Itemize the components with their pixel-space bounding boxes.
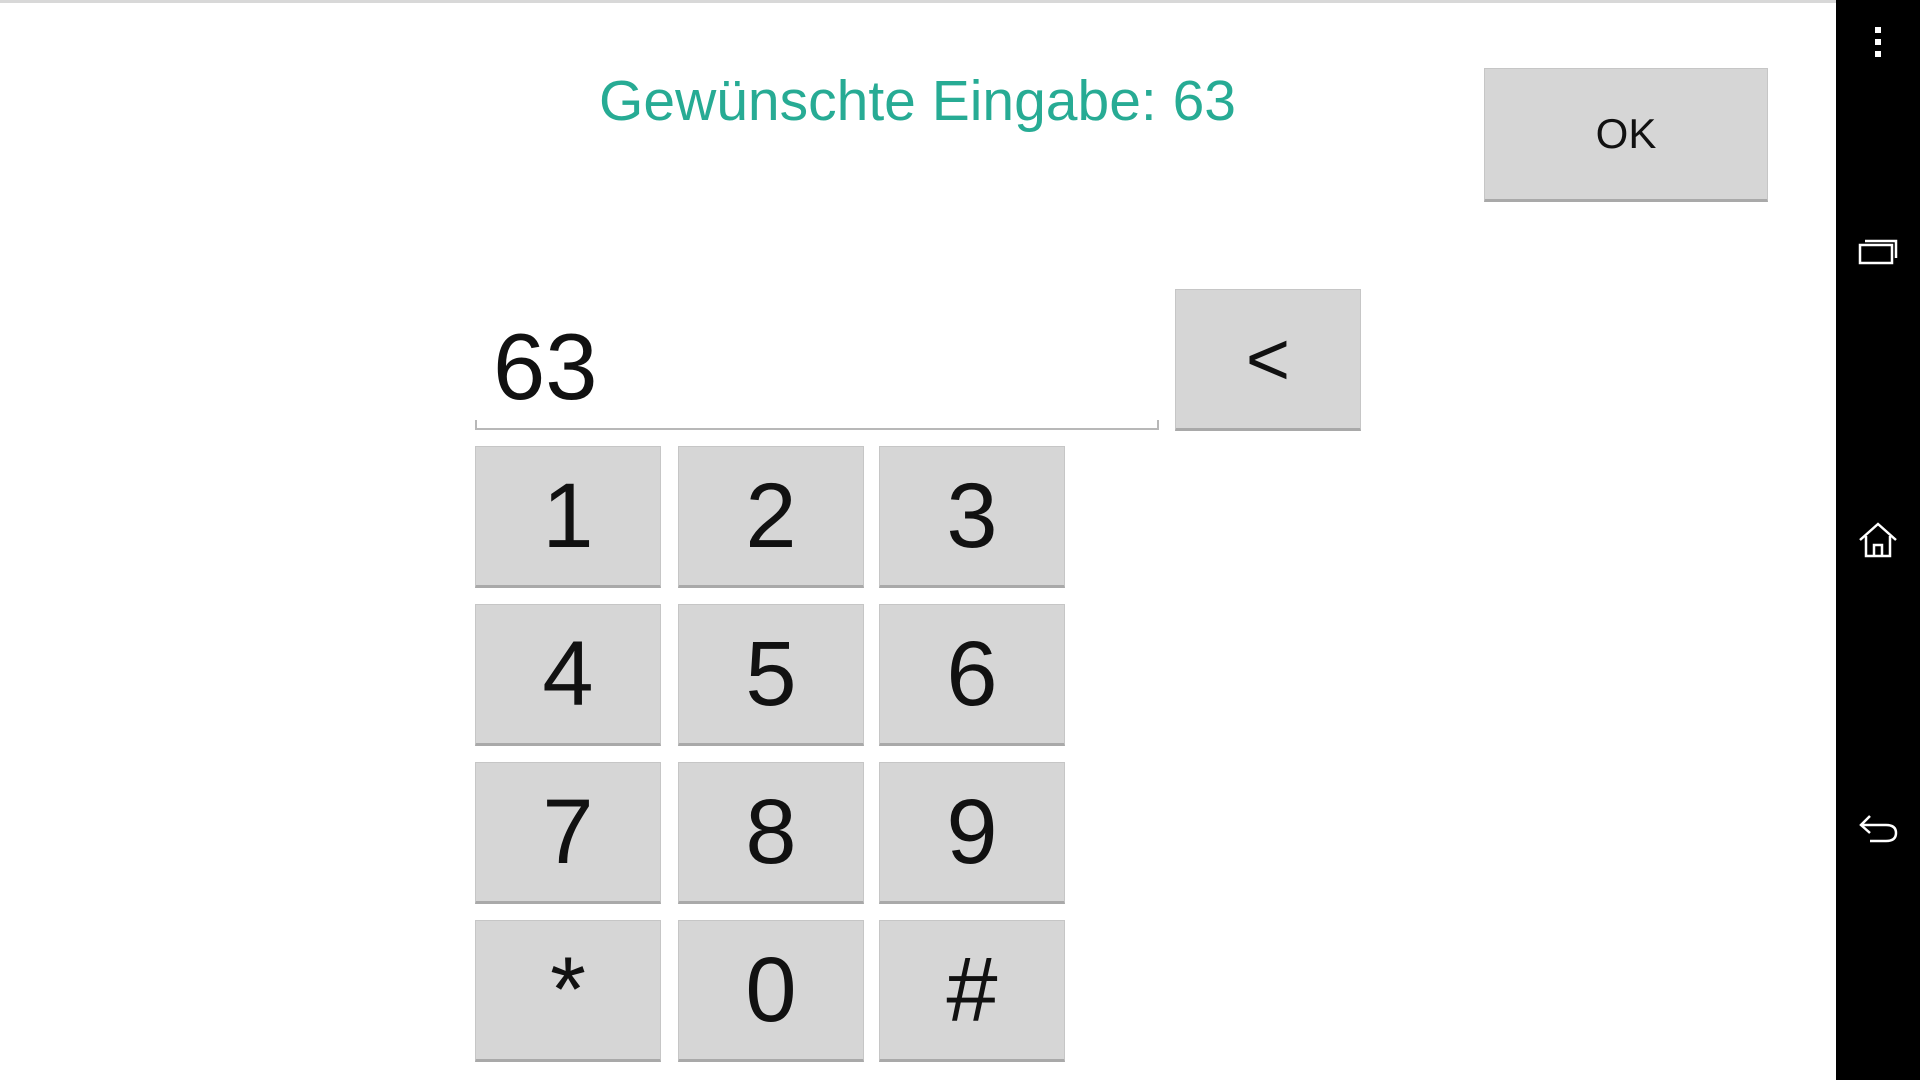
input-tick-left <box>475 420 477 430</box>
app-area: Gewünschte Eingabe: 63 OK 63 < 1 2 3 4 5… <box>0 0 1836 1080</box>
key-4[interactable]: 4 <box>475 604 661 746</box>
home-icon[interactable] <box>1836 516 1920 564</box>
key-8[interactable]: 8 <box>678 762 864 904</box>
backspace-button[interactable]: < <box>1175 289 1361 431</box>
number-input-value: 63 <box>493 314 598 419</box>
key-3[interactable]: 3 <box>879 446 1065 588</box>
overflow-menu-icon[interactable] <box>1836 20 1920 64</box>
key-star[interactable]: * <box>475 920 661 1062</box>
key-2[interactable]: 2 <box>678 446 864 588</box>
key-6[interactable]: 6 <box>879 604 1065 746</box>
key-1[interactable]: 1 <box>475 446 661 588</box>
keypad: 1 2 3 4 5 6 7 8 9 * 0 # <box>475 446 1065 1062</box>
prompt-title: Gewünschte Eingabe: 63 <box>599 69 1236 133</box>
screen: Gewünschte Eingabe: 63 OK 63 < 1 2 3 4 5… <box>0 0 1920 1080</box>
key-5[interactable]: 5 <box>678 604 864 746</box>
back-icon[interactable] <box>1836 806 1920 852</box>
input-underline <box>475 428 1159 430</box>
ok-button[interactable]: OK <box>1484 68 1768 202</box>
recent-apps-icon[interactable] <box>1836 228 1920 274</box>
input-tick-right <box>1157 420 1159 430</box>
key-7[interactable]: 7 <box>475 762 661 904</box>
key-9[interactable]: 9 <box>879 762 1065 904</box>
navigation-bar <box>1836 0 1920 1080</box>
number-input[interactable]: 63 <box>475 300 1159 430</box>
key-hash[interactable]: # <box>879 920 1065 1062</box>
key-0[interactable]: 0 <box>678 920 864 1062</box>
top-divider <box>0 0 1836 3</box>
